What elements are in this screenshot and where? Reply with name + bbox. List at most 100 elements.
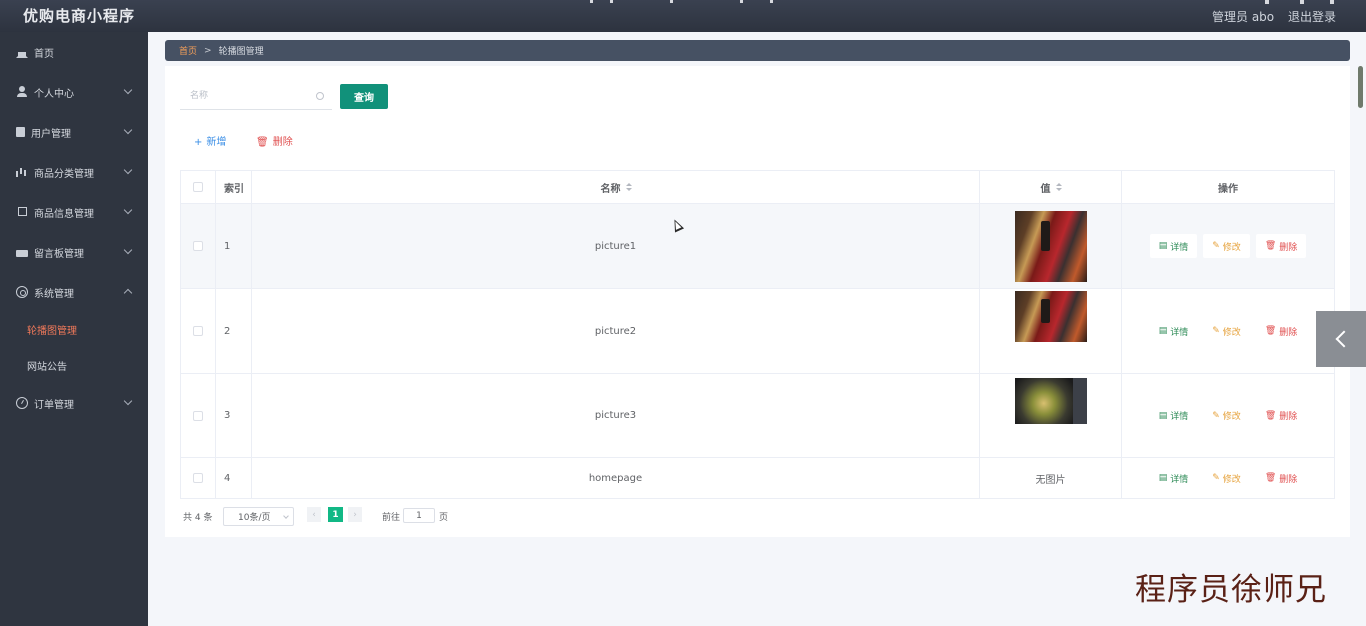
sidebar-item-label: 用户管理 — [31, 128, 71, 140]
home-icon — [16, 46, 28, 58]
column-header-name[interactable]: 名称 — [252, 171, 980, 203]
detail-button[interactable]: ▤ 详情 — [1150, 404, 1198, 428]
add-button[interactable]: + 新增 — [194, 133, 226, 148]
table-header-row: 索引 名称 值 操作 — [181, 171, 1334, 204]
sort-icon[interactable] — [1055, 182, 1062, 192]
row-index: 1 — [216, 204, 252, 288]
clipboard-icon — [16, 127, 25, 137]
logout-link[interactable]: 退出登录 — [1288, 8, 1336, 25]
edit-label: 修改 — [1222, 412, 1241, 422]
next-page-button[interactable]: › — [348, 507, 362, 522]
goto-page-input[interactable] — [403, 508, 435, 523]
scrollbar[interactable] — [1358, 66, 1363, 108]
delete-label: 删除 — [1279, 242, 1298, 253]
detail-button[interactable]: ▤ 详情 — [1150, 466, 1198, 490]
header-decoration — [590, 0, 790, 4]
sidebar-item-order-management[interactable]: 订单管理 — [0, 383, 148, 423]
search-input[interactable] — [180, 84, 310, 108]
app-title: 优购电商小程序 — [23, 7, 136, 25]
batch-delete-button[interactable]: 🗑 删除 — [256, 133, 293, 148]
chevron-down-icon — [123, 245, 133, 255]
trash-icon: 🗑 — [1264, 473, 1277, 483]
breadcrumb-home-link[interactable]: 首页 — [179, 44, 197, 57]
delete-button[interactable]: 🗑 删除 — [1256, 404, 1306, 428]
column-header-name-label: 名称 — [600, 183, 621, 195]
select-all-checkbox[interactable] — [193, 182, 203, 192]
ticket-icon — [16, 249, 28, 257]
sidebar-item-product-management[interactable]: 商品信息管理 — [0, 192, 148, 232]
sidebar-item-message-board[interactable]: 留言板管理 — [0, 232, 148, 272]
breadcrumb: 首页 > 轮播图管理 — [165, 40, 1350, 61]
sidebar-item-home[interactable]: 首页 — [0, 32, 148, 72]
sidebar-subitem-label: 网站公告 — [27, 361, 67, 373]
bar-chart-icon — [16, 166, 28, 178]
user-icon — [16, 86, 28, 98]
delete-button[interactable]: 🗑 删除 — [1256, 466, 1306, 490]
row-actions: ▤ 详情 ✎ 修改 🗑 删除 — [1122, 458, 1334, 498]
current-page-button[interactable]: 1 — [328, 507, 343, 522]
chevron-down-icon — [283, 513, 289, 519]
row-checkbox[interactable] — [193, 473, 203, 483]
sidebar-subitem-announcement[interactable]: 网站公告 — [0, 347, 148, 383]
prev-page-button[interactable]: ‹ — [307, 507, 321, 522]
delete-button[interactable]: 🗑 删除 — [1255, 234, 1307, 258]
table-row[interactable]: 1 picture1 ▤ 详情 ✎ 修改 🗑 删除 — [181, 204, 1334, 289]
data-table: 索引 名称 值 操作 1 picture1 ▤ 详情 ✎ 修改 🗑 删除 2 pict… — [180, 170, 1335, 499]
row-value-cell — [980, 204, 1122, 288]
sidebar-item-label: 首页 — [34, 48, 54, 60]
sidebar-item-user-management[interactable]: 用户管理 — [0, 112, 148, 152]
plus-icon: + — [194, 137, 203, 148]
picture1-thumbnail[interactable] — [1014, 210, 1087, 282]
detail-label: 详情 — [1170, 474, 1189, 485]
table-row[interactable]: 2 picture2 ▤ 详情 ✎ 修改 🗑 删除 — [181, 289, 1334, 374]
pencil-icon: ✎ — [1212, 326, 1220, 336]
clock-icon — [16, 397, 28, 409]
row-checkbox[interactable] — [193, 326, 203, 336]
watermark: 程序员徐师兄 — [1135, 572, 1327, 608]
edit-label: 修改 — [1222, 242, 1241, 253]
picture2-thumbnail[interactable] — [1014, 290, 1087, 342]
sidebar-item-label: 商品信息管理 — [34, 208, 94, 220]
header-checkbox-cell — [181, 171, 216, 203]
goto-label: 前往 — [382, 513, 401, 523]
sidebar-item-personal-center[interactable]: 个人中心 — [0, 72, 148, 112]
page-suffix: 页 — [439, 513, 449, 523]
detail-button[interactable]: ▤ 详情 — [1150, 319, 1198, 343]
edit-button[interactable]: ✎ 修改 — [1203, 319, 1250, 343]
picture3-thumbnail[interactable] — [1014, 377, 1087, 424]
sidebar-item-label: 留言板管理 — [34, 248, 84, 260]
chevron-down-icon — [123, 205, 133, 215]
row-actions: ▤ 详情 ✎ 修改 🗑 删除 — [1122, 374, 1334, 457]
table-row[interactable]: 3 picture3 ▤ 详情 ✎ 修改 🗑 删除 — [181, 374, 1334, 458]
sidebar: 首页 个人中心 用户管理 商品分类管理 商品信息管理 留言板管理 系统管理 轮播… — [0, 32, 148, 626]
row-name: picture2 — [252, 289, 980, 373]
sidebar-item-category-management[interactable]: 商品分类管理 — [0, 152, 148, 192]
sort-icon[interactable] — [625, 182, 632, 192]
edit-button[interactable]: ✎ 修改 — [1203, 466, 1250, 490]
page-size-select[interactable]: 10条/页 — [223, 507, 294, 526]
detail-button[interactable]: ▤ 详情 — [1149, 234, 1198, 258]
row-checkbox-cell — [181, 458, 216, 498]
pencil-icon: ✎ — [1212, 241, 1220, 251]
row-index: 3 — [216, 374, 252, 457]
query-button[interactable]: 查询 — [340, 84, 388, 109]
detail-label: 详情 — [1170, 242, 1189, 253]
side-panel-toggle[interactable] — [1316, 311, 1366, 367]
column-header-value-label: 值 — [1040, 183, 1051, 195]
edit-button[interactable]: ✎ 修改 — [1203, 404, 1250, 428]
breadcrumb-separator: > — [204, 45, 212, 56]
delete-button[interactable]: 🗑 删除 — [1256, 319, 1306, 343]
sidebar-subitem-carousel[interactable]: 轮播图管理 — [0, 311, 148, 347]
detail-label: 详情 — [1170, 327, 1189, 338]
pencil-icon: ✎ — [1212, 473, 1220, 483]
column-header-value[interactable]: 值 — [980, 171, 1122, 203]
document-icon: ▤ — [1158, 473, 1168, 483]
table-row[interactable]: 4 homepage 无图片 ▤ 详情 ✎ 修改 🗑 删除 — [181, 458, 1334, 498]
edit-button[interactable]: ✎ 修改 — [1203, 234, 1250, 258]
row-checkbox[interactable] — [193, 410, 203, 421]
settings-circle-icon — [16, 286, 28, 298]
row-actions: ▤ 详情 ✎ 修改 🗑 删除 — [1122, 204, 1334, 288]
row-checkbox[interactable] — [193, 241, 203, 251]
row-name: picture1 — [252, 204, 980, 288]
sidebar-item-system-management[interactable]: 系统管理 — [0, 272, 148, 312]
